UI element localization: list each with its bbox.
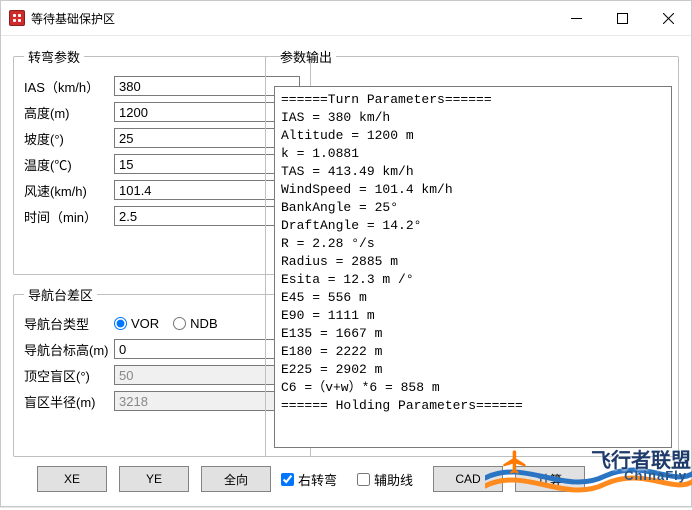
app-icon: [9, 10, 25, 26]
minimize-button[interactable]: [553, 2, 599, 34]
cad-button[interactable]: CAD: [433, 466, 503, 492]
temp-label: 温度(℃): [24, 155, 114, 174]
output-legend: 参数输出: [276, 47, 336, 66]
bottom-bar: XE YE 全向 右转弯 辅助线 CAD 计算: [13, 460, 679, 494]
nav-elev-label: 导航台标高(m): [24, 340, 114, 359]
wind-label: 风速(km/h): [24, 181, 114, 200]
output-group: 参数输出 ======Turn Parameters====== IAS = 3…: [265, 47, 679, 457]
nav-error-legend: 导航台差区: [24, 285, 97, 304]
app-window: 等待基础保护区 转弯参数 IAS（km/h） 高度(m): [0, 0, 692, 507]
turn-params-legend: 转弯参数: [24, 47, 84, 66]
ye-button[interactable]: YE: [119, 466, 189, 492]
close-button[interactable]: [645, 2, 691, 34]
output-textarea[interactable]: ======Turn Parameters====== IAS = 380 km…: [274, 86, 672, 448]
minimize-icon: [571, 13, 582, 24]
right-turn-check-label[interactable]: 右转弯: [281, 470, 337, 489]
right-turn-check[interactable]: [281, 473, 294, 486]
omni-button[interactable]: 全向: [201, 466, 271, 492]
close-icon: [663, 13, 674, 24]
aux-check[interactable]: [357, 473, 370, 486]
ndb-radio-label[interactable]: NDB: [173, 316, 217, 331]
time-label: 时间（min）: [24, 207, 114, 226]
cone-label: 顶空盲区(°): [24, 366, 114, 385]
ias-label: IAS（km/h）: [24, 77, 114, 96]
altitude-label: 高度(m): [24, 103, 114, 122]
nav-type-label: 导航台类型: [24, 314, 114, 333]
vor-radio-label[interactable]: VOR: [114, 316, 159, 331]
xe-button[interactable]: XE: [37, 466, 107, 492]
vor-radio[interactable]: [114, 317, 127, 330]
titlebar: 等待基础保护区: [1, 1, 691, 36]
output-content: ======Turn Parameters====== IAS = 380 km…: [275, 87, 671, 419]
window-title: 等待基础保护区: [31, 10, 115, 27]
calc-button[interactable]: 计算: [515, 466, 585, 492]
bank-label: 坡度(°): [24, 129, 114, 148]
maximize-button[interactable]: [599, 2, 645, 34]
blind-radius-label: 盲区半径(m): [24, 392, 114, 411]
ndb-radio[interactable]: [173, 317, 186, 330]
maximize-icon: [617, 13, 628, 24]
aux-check-label[interactable]: 辅助线: [357, 470, 413, 489]
